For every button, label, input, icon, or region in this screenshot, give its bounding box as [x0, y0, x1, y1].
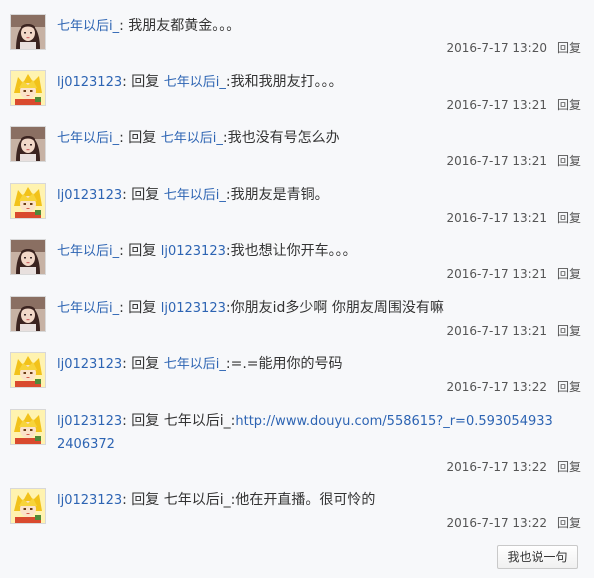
- reply-button[interactable]: 回复: [557, 324, 581, 338]
- reply-button[interactable]: 回复: [557, 267, 581, 281]
- avatar-blond-icon[interactable]: [10, 70, 46, 106]
- reply-text-line: lj0123123: 回复 七年以后i_:我和我朋友打。。。: [57, 71, 582, 94]
- reply-separator: :: [122, 74, 132, 90]
- reply-word: 回复: [131, 187, 160, 203]
- reply-content: 你朋友id多少啊 你朋友周围没有嘛: [230, 300, 444, 316]
- reply-word: 回复: [131, 74, 160, 90]
- reply-target-link[interactable]: 七年以后i_: [161, 131, 223, 146]
- avatar-girl-icon[interactable]: [10, 296, 46, 332]
- reply-text-line: 七年以后i_: 回复 七年以后i_:我也没有号怎么办: [57, 127, 582, 150]
- reply-separator: :: [122, 187, 132, 203]
- reply-target-link[interactable]: lj0123123: [161, 244, 226, 259]
- reply-button[interactable]: 回复: [557, 154, 581, 168]
- reply-timestamp: 2016-7-17 13:22: [446, 516, 547, 530]
- reply-content: 我也没有号怎么办: [227, 130, 340, 146]
- reply-content: 我和我朋友打。。。: [230, 74, 343, 90]
- reply-separator: :: [122, 492, 132, 508]
- reply-author-link[interactable]: 七年以后i_: [57, 301, 119, 316]
- reply-meta: 2016-7-17 13:22 回复: [446, 514, 581, 531]
- reply-text-line: 七年以后i_: 我朋友都黄金。。。: [57, 15, 582, 38]
- reply-author-link[interactable]: lj0123123: [57, 75, 122, 90]
- avatar-blond-icon[interactable]: [10, 352, 46, 388]
- reply-target-link[interactable]: 七年以后i_: [164, 492, 231, 508]
- reply-timestamp: 2016-7-17 13:21: [446, 98, 547, 112]
- reply-author-link[interactable]: 七年以后i_: [57, 131, 119, 146]
- reply-timestamp: 2016-7-17 13:22: [446, 460, 547, 474]
- reply-text-line: lj0123123: 回复 七年以后i_:我朋友是青铜。: [57, 184, 582, 207]
- reply-separator: :: [119, 243, 129, 259]
- reply-author-link[interactable]: lj0123123: [57, 414, 122, 429]
- reply-separator: :: [122, 356, 132, 372]
- reply-meta: 2016-7-17 13:21 回复: [446, 265, 581, 282]
- avatar-girl-icon[interactable]: [10, 126, 46, 162]
- reply-content: 我也想让你开车。。。: [230, 243, 357, 259]
- reply-meta: 2016-7-17 13:21 回复: [446, 209, 581, 226]
- reply-content: 他在开直播。很可怜的: [235, 492, 376, 508]
- avatar-girl-icon[interactable]: [10, 14, 46, 50]
- reply-button[interactable]: 回复: [557, 460, 581, 474]
- reply-button[interactable]: 回复: [557, 380, 581, 394]
- reply-word: 回复: [128, 243, 157, 259]
- reply-timestamp: 2016-7-17 13:21: [446, 324, 547, 338]
- reply-text-line: 七年以后i_: 回复 lj0123123:我也想让你开车。。。: [57, 240, 582, 263]
- reply-separator: :: [119, 130, 129, 146]
- reply-timestamp: 2016-7-17 13:22: [446, 380, 547, 394]
- reply-author-link[interactable]: 七年以后i_: [57, 19, 119, 34]
- reply-button[interactable]: 回复: [557, 516, 581, 530]
- reply-word: 回复: [128, 130, 157, 146]
- avatar-girl-icon[interactable]: [10, 239, 46, 275]
- reply-meta: 2016-7-17 13:22 回复: [446, 378, 581, 395]
- reply-text-line: lj0123123: 回复 七年以后i_:他在开直播。很可怜的: [57, 489, 582, 512]
- avatar-blond-icon[interactable]: [10, 488, 46, 524]
- reply-target-link[interactable]: 七年以后i_: [164, 188, 226, 203]
- reply-word: 回复: [131, 492, 160, 508]
- reply-text-line: lj0123123: 回复 七年以后i_:=.=能用你的号码: [57, 353, 582, 376]
- reply-word: 回复: [131, 356, 160, 372]
- reply-target-link[interactable]: 七年以后i_: [164, 413, 231, 429]
- reply-word: 回复: [131, 413, 160, 429]
- reply-author-link[interactable]: lj0123123: [57, 493, 122, 508]
- reply-button[interactable]: 回复: [557, 98, 581, 112]
- say-something-button[interactable]: 我也说一句: [497, 545, 578, 569]
- reply-timestamp: 2016-7-17 13:21: [446, 154, 547, 168]
- reply-text-line: 七年以后i_: 回复 lj0123123:你朋友id多少啊 你朋友周围没有嘛: [57, 297, 582, 320]
- reply-word: 回复: [128, 300, 157, 316]
- avatar-blond-icon[interactable]: [10, 183, 46, 219]
- reply-target-link[interactable]: lj0123123: [161, 301, 226, 316]
- reply-target-link[interactable]: 七年以后i_: [164, 75, 226, 90]
- reply-author-link[interactable]: 七年以后i_: [57, 244, 119, 259]
- reply-content: 我朋友都黄金。。。: [128, 18, 241, 34]
- avatar-blond-icon[interactable]: [10, 409, 46, 445]
- reply-meta: 2016-7-17 13:20 回复: [446, 39, 581, 56]
- reply-button[interactable]: 回复: [557, 211, 581, 225]
- reply-content: 我朋友是青铜。: [230, 187, 329, 203]
- reply-timestamp: 2016-7-17 13:21: [446, 267, 547, 281]
- reply-separator: :: [122, 413, 132, 429]
- reply-separator: :: [119, 18, 124, 34]
- reply-meta: 2016-7-17 13:21 回复: [446, 96, 581, 113]
- reply-thread: 七年以后i_: 我朋友都黄金。。。 2016-7-17 13:20 回复 lj01…: [0, 0, 594, 578]
- reply-target-link[interactable]: 七年以后i_: [164, 357, 226, 372]
- reply-content: =.=能用你的号码: [230, 356, 343, 372]
- reply-author-link[interactable]: lj0123123: [57, 188, 122, 203]
- reply-author-link[interactable]: lj0123123: [57, 357, 122, 372]
- reply-meta: 2016-7-17 13:22 回复: [446, 458, 581, 475]
- reply-text-line: lj0123123: 回复 七年以后i_:http://www.douyu.co…: [57, 410, 557, 456]
- reply-meta: 2016-7-17 13:21 回复: [446, 152, 581, 169]
- reply-meta: 2016-7-17 13:21 回复: [446, 322, 581, 339]
- reply-button[interactable]: 回复: [557, 41, 581, 55]
- reply-timestamp: 2016-7-17 13:20: [446, 41, 547, 55]
- reply-timestamp: 2016-7-17 13:21: [446, 211, 547, 225]
- reply-separator: :: [119, 300, 129, 316]
